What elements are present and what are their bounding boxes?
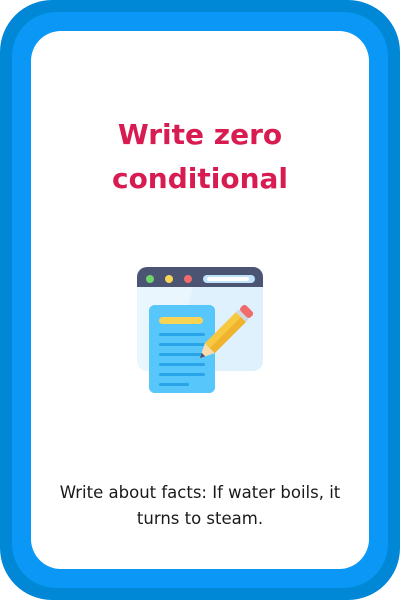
card: Write zero conditional Write about facts…	[31, 31, 369, 569]
browser-notepad-pencil-icon	[137, 267, 263, 393]
card-description: Write about facts: If water boils, it tu…	[59, 483, 341, 528]
card-title: Write zero conditional	[111, 118, 289, 195]
